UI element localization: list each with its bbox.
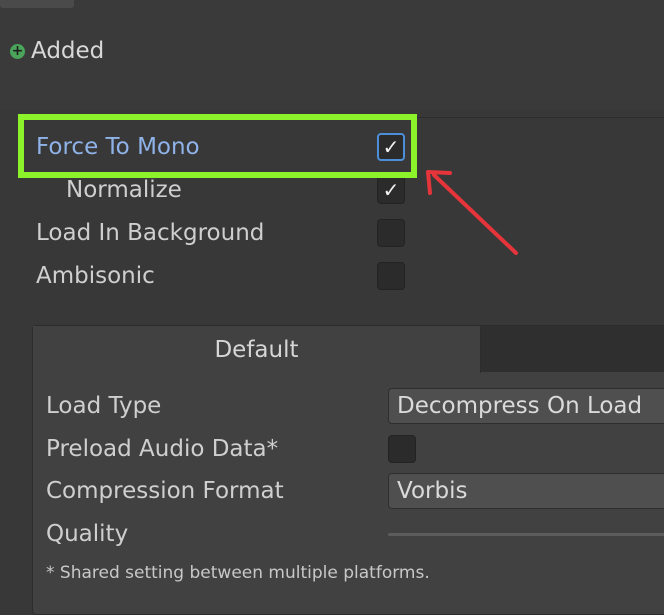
compression-format-label: Compression Format	[46, 478, 284, 504]
load-in-background-checkbox[interactable]	[377, 219, 405, 247]
normalize-checkbox[interactable]: ✓	[377, 176, 405, 204]
added-status: + Added	[10, 34, 104, 68]
top-tab[interactable]	[0, 0, 74, 8]
load-type-value: Decompress On Load	[397, 393, 643, 419]
tab-default[interactable]: Default	[33, 326, 481, 373]
platform-tab-bar: Default	[33, 326, 664, 373]
platform-settings-panel: Default Load Type Decompress On Load Pre…	[32, 325, 664, 615]
load-type-row: Load Type Decompress On Load	[33, 386, 664, 426]
plus-circle-icon: +	[10, 42, 25, 59]
normalize-label: Normalize	[66, 177, 182, 203]
checkmark-icon: ✓	[382, 178, 400, 202]
compression-format-dropdown[interactable]: Vorbis	[388, 473, 664, 509]
load-type-label: Load Type	[46, 393, 162, 419]
quality-row: Quality	[33, 514, 664, 554]
quality-slider[interactable]	[388, 533, 664, 536]
load-in-background-row: Load In Background	[0, 213, 664, 253]
preload-audio-data-row: Preload Audio Data*	[33, 429, 664, 469]
preload-audio-data-checkbox[interactable]	[388, 435, 416, 463]
quality-label: Quality	[46, 521, 129, 547]
compression-format-value: Vorbis	[397, 478, 468, 504]
header-area: + Added	[0, 0, 664, 110]
tab-default-label: Default	[214, 336, 299, 363]
highlight-box	[18, 114, 417, 178]
added-label: Added	[31, 38, 105, 64]
load-in-background-label: Load In Background	[36, 220, 265, 246]
preload-audio-data-label: Preload Audio Data*	[46, 436, 279, 462]
load-type-dropdown[interactable]: Decompress On Load	[388, 388, 664, 424]
ambisonic-label: Ambisonic	[36, 263, 155, 289]
compression-format-row: Compression Format Vorbis	[33, 471, 664, 511]
shared-setting-footnote: * Shared setting between multiple platfo…	[46, 563, 430, 583]
ambisonic-row: Ambisonic	[0, 256, 664, 296]
ambisonic-checkbox[interactable]	[377, 262, 405, 290]
